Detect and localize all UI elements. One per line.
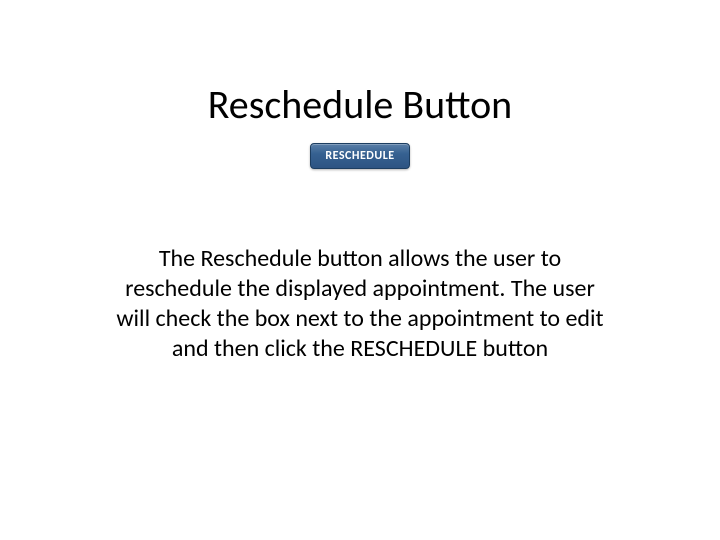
reschedule-button[interactable]: RESCHEDULE [310, 143, 409, 169]
description-text: The Reschedule button allows the user to… [115, 244, 605, 364]
page-title: Reschedule Button [208, 80, 512, 129]
